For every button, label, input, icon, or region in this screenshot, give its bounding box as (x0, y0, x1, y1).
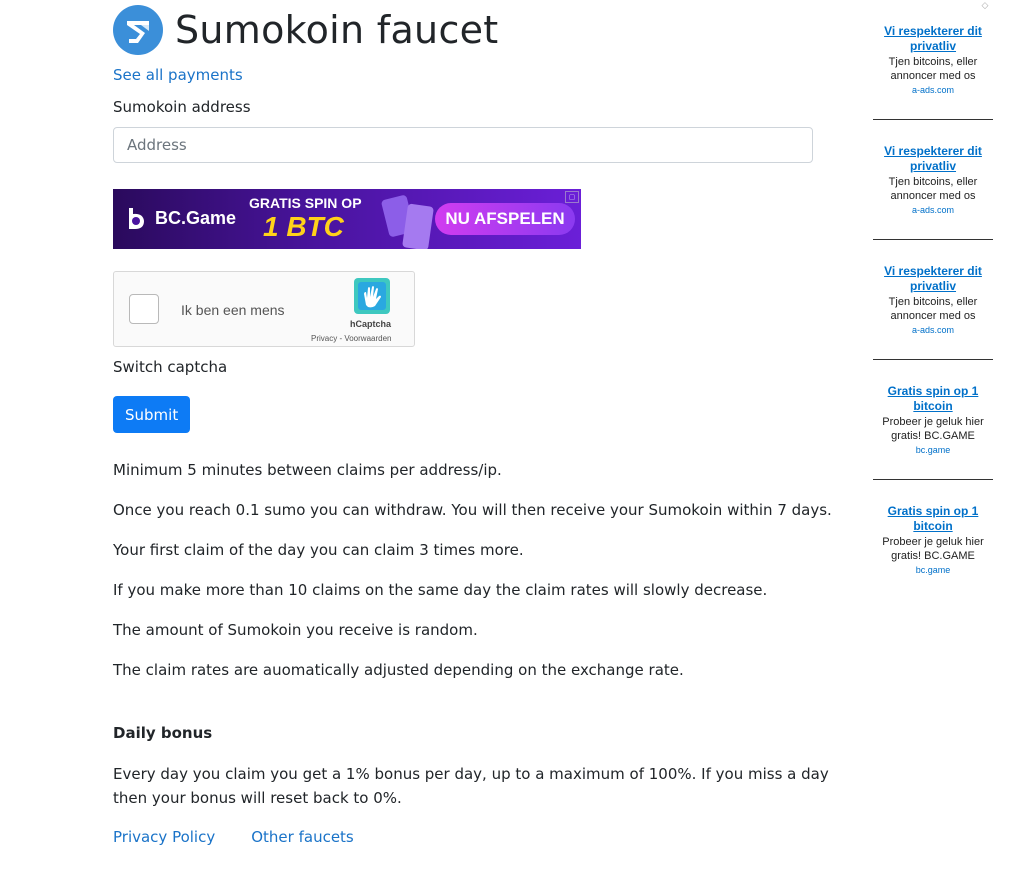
ad-info-icon[interactable]: ◇ (978, 1, 992, 13)
ad-divider (873, 479, 993, 480)
ad-body: Probeer je geluk hier gratis! BC.GAME (882, 536, 984, 562)
playing-card-icon (402, 203, 434, 249)
ad-choices-icon[interactable]: ▢ (565, 191, 579, 203)
ad-body: Tjen bitcoins, eller annoncer med os (888, 296, 978, 322)
info-text: Minimum 5 minutes between claims per add… (113, 461, 502, 479)
page-title: Sumokoin faucet (175, 8, 499, 52)
info-text: The claim rates are auomatically adjuste… (113, 661, 684, 679)
ad-title-link[interactable]: Vi respekterer dit privatliv (873, 264, 993, 294)
sidebar-ad[interactable]: Gratis spin op 1 bitcoin Probeer je gelu… (873, 384, 993, 456)
address-input[interactable] (113, 127, 813, 163)
sidebar-ad[interactable]: Vi respekterer dit privatliv Tjen bitcoi… (873, 24, 993, 96)
banner-promo-line: GRATIS SPIN OP (249, 195, 362, 211)
sumokoin-logo-icon (113, 5, 163, 55)
bc-game-banner-ad[interactable]: BC.Game GRATIS SPIN OP 1 BTC NU AFSPELEN… (113, 189, 581, 249)
banner-promo-amount: 1 BTC (263, 211, 344, 242)
captcha-terms-link[interactable]: Privacy - Voorwaarden (311, 334, 391, 343)
daily-bonus-heading: Daily bonus (113, 724, 213, 742)
other-faucets-link[interactable]: Other faucets (251, 828, 354, 846)
ad-body: Tjen bitcoins, eller annoncer med os (888, 56, 978, 82)
see-all-payments-link[interactable]: See all payments (113, 66, 243, 84)
captcha-checkbox[interactable] (129, 294, 159, 324)
page-header: Sumokoin faucet (113, 4, 499, 56)
ad-body: Probeer je geluk hier gratis! BC.GAME (882, 416, 984, 442)
switch-captcha-link[interactable]: Switch captcha (113, 358, 227, 376)
captcha-label: Ik ben een mens (181, 302, 285, 318)
address-label: Sumokoin address (113, 98, 251, 116)
ad-domain-link[interactable]: bc.game (873, 564, 993, 576)
info-text: Once you reach 0.1 sumo you can withdraw… (113, 501, 832, 519)
info-text: The amount of Sumokoin you receive is ra… (113, 621, 478, 639)
banner-brand: BC.Game (155, 208, 237, 228)
ad-domain-link[interactable]: a-ads.com (873, 84, 993, 96)
footer-links: Privacy Policy Other faucets (113, 828, 354, 846)
sidebar-ad[interactable]: Vi respekterer dit privatliv Tjen bitcoi… (873, 264, 993, 336)
banner-cta-button[interactable]: NU AFSPELEN (435, 203, 575, 235)
hcaptcha-logo-icon (354, 278, 390, 314)
ad-title-link[interactable]: Gratis spin op 1 bitcoin (873, 384, 993, 414)
privacy-policy-link[interactable]: Privacy Policy (113, 828, 215, 846)
submit-button[interactable]: Submit (113, 396, 191, 433)
ad-domain-link[interactable]: a-ads.com (873, 204, 993, 216)
ad-divider (873, 119, 993, 120)
sidebar-ad[interactable]: Gratis spin op 1 bitcoin Probeer je gelu… (873, 504, 993, 576)
ad-title-link[interactable]: Vi respekterer dit privatliv (873, 24, 993, 54)
daily-bonus-text: Every day you claim you get a 1% bonus p… (113, 765, 829, 807)
info-text: Your first claim of the day you can clai… (113, 541, 524, 559)
ad-domain-link[interactable]: a-ads.com (873, 324, 993, 336)
ad-title-link[interactable]: Vi respekterer dit privatliv (873, 144, 993, 174)
ad-divider (873, 359, 993, 360)
hcaptcha-widget: Ik ben een mens hCaptcha Privacy - Voorw… (113, 271, 415, 347)
ad-domain-link[interactable]: bc.game (873, 444, 993, 456)
hcaptcha-brand: hCaptcha (350, 319, 392, 329)
ad-divider (873, 239, 993, 240)
bc-game-logo-icon (129, 208, 144, 229)
sidebar-ad[interactable]: Vi respekterer dit privatliv Tjen bitcoi… (873, 144, 993, 216)
info-text: If you make more than 10 claims on the s… (113, 581, 768, 599)
ad-body: Tjen bitcoins, eller annoncer med os (888, 176, 978, 202)
ad-title-link[interactable]: Gratis spin op 1 bitcoin (873, 504, 993, 534)
